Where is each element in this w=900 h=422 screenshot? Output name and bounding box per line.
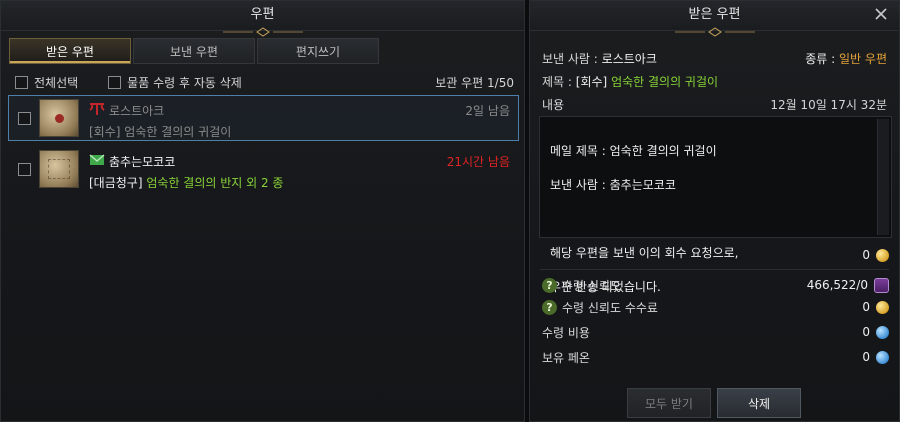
divider xyxy=(540,269,889,270)
mail-item[interactable]: 춤추는모코코 [대금청구] 엄숙한 결의의 반지 외 2 종 21시간 남음 xyxy=(8,146,519,192)
receive-cost-value: 0 xyxy=(862,325,870,339)
content-line: 메일 제목 : 엄숙한 결의의 귀걸이 xyxy=(550,144,717,158)
tab-received[interactable]: 받은 우편 xyxy=(9,38,131,64)
title-ornament-icon xyxy=(674,27,755,37)
envelope-icon xyxy=(89,154,105,165)
close-button[interactable] xyxy=(873,7,889,23)
blue-coin-icon xyxy=(876,350,889,364)
auto-delete-label: 물품 수령 후 자동 삭제 xyxy=(127,75,242,90)
select-all-option: 전체선택 xyxy=(15,74,78,91)
sender-label: 보낸 사람 : xyxy=(542,52,598,66)
trust-fee-value: 0 xyxy=(862,300,870,314)
storage-count: 보관 우편 1/50 xyxy=(435,75,514,90)
lost-ark-logo-icon xyxy=(89,103,105,115)
trust-value: 466,522/0 xyxy=(806,278,868,292)
mail-content-box: 메일 제목 : 엄숙한 결의의 귀걸이 보낸 사람 : 춤추는모코코 해당 우편… xyxy=(539,116,892,294)
title-ornament-icon xyxy=(222,27,303,37)
help-icon[interactable]: ? xyxy=(542,299,557,315)
mailbox-panel: 우편 받은 우편 보낸 우편 편지쓰기 전체선택 물품 수령 후 자동 삭제 보… xyxy=(0,0,525,422)
close-icon xyxy=(875,8,887,20)
attached-gold-value: 0 xyxy=(862,248,870,262)
sealed-letter-icon xyxy=(39,99,79,137)
help-icon[interactable]: ? xyxy=(542,277,557,293)
content-header: 내용 12월 10일 17시 32분 xyxy=(542,96,887,113)
delete-button[interactable]: 삭제 xyxy=(717,388,801,418)
tab-sent[interactable]: 보낸 우편 xyxy=(133,38,255,64)
receive-all-button[interactable]: 모두 받기 xyxy=(627,388,711,418)
mail-subject-text: 엄숙한 결의의 반지 외 2 종 xyxy=(146,176,284,190)
mail-sender: 로스트아크 xyxy=(109,104,165,118)
trust-fee-label: 수령 신뢰도 수수료 xyxy=(562,300,658,315)
invoice-letter-icon xyxy=(39,150,79,188)
mail-checkbox[interactable] xyxy=(18,163,31,176)
kind-row: 종류 : 일반 우편 xyxy=(805,50,887,67)
owned-pheon-row: 보유 페온 0 xyxy=(542,348,889,366)
auto-delete-checkbox[interactable] xyxy=(108,75,122,89)
select-all-checkbox[interactable] xyxy=(15,75,28,89)
subject-value: 엄숙한 결의의 귀걸이 xyxy=(611,75,719,89)
content-scrollbar[interactable] xyxy=(877,119,889,235)
mail-date: 12월 10일 17시 32분 xyxy=(770,98,887,112)
mail-subject-prefix: [회수] xyxy=(89,125,121,139)
subject-label: 제목 : xyxy=(542,75,572,89)
trust-icon xyxy=(874,277,889,293)
mail-checkbox[interactable] xyxy=(18,112,31,125)
owned-pheon-label: 보유 페온 xyxy=(542,350,590,365)
mail-subject-prefix: [대금청구] xyxy=(89,176,143,190)
trust-row: ? 수령 신뢰도 466,522/0 xyxy=(542,276,889,294)
gold-coin-icon xyxy=(876,300,889,314)
mail-sender: 춤추는모코코 xyxy=(109,155,176,169)
content-label: 내용 xyxy=(542,98,565,112)
trust-label: 수령 신뢰도 xyxy=(562,278,622,293)
select-all-label: 전체선택 xyxy=(34,75,79,90)
mail-time-left: 2일 남음 xyxy=(465,104,510,118)
trust-fee-row: ? 수령 신뢰도 수수료 0 xyxy=(542,298,889,316)
kind-label: 종류 : xyxy=(805,52,836,66)
sender-value: 로스트아크 xyxy=(601,52,657,66)
receive-cost-row: 수령 비용 0 xyxy=(542,323,889,341)
mail-item[interactable]: 로스트아크 [회수] 엄숙한 결의의 귀걸이 2일 남음 xyxy=(8,95,519,141)
mail-subject-text: 엄숙한 결의의 귀걸이 xyxy=(124,125,232,139)
subject-prefix: [회수] xyxy=(575,75,608,89)
mail-time-left: 21시간 남음 xyxy=(446,155,510,169)
mail-tabs: 받은 우편 보낸 우편 편지쓰기 xyxy=(9,38,379,64)
attached-gold-row: 0 xyxy=(542,246,889,264)
content-line xyxy=(550,211,881,228)
kind-value: 일반 우편 xyxy=(839,52,887,66)
gold-coin-icon xyxy=(876,248,889,262)
mail-subject: [회수] 엄숙한 결의의 귀걸이 xyxy=(89,123,231,140)
mail-subject: [대금청구] 엄숙한 결의의 반지 외 2 종 xyxy=(89,174,283,191)
mail-list: 로스트아크 [회수] 엄숙한 결의의 귀걸이 2일 남음 춤추는모코코 [대금청… xyxy=(8,95,519,197)
auto-delete-option: 물품 수령 후 자동 삭제 xyxy=(108,74,242,91)
tab-compose[interactable]: 편지쓰기 xyxy=(257,38,379,64)
owned-pheon-value: 0 xyxy=(862,350,870,364)
subject-row: 제목 : [회수] 엄숙한 결의의 귀걸이 xyxy=(542,73,887,90)
content-line: 보낸 사람 : 춤추는모코코 xyxy=(550,178,676,192)
mail-detail-panel: 받은 우편 보낸 사람 : 로스트아크 종류 : 일반 우편 제목 : [회수]… xyxy=(529,0,900,422)
mail-options: 전체선택 물품 수령 후 자동 삭제 보관 우편 1/50 xyxy=(15,73,514,91)
receive-cost-label: 수령 비용 xyxy=(542,325,590,340)
blue-coin-icon xyxy=(876,325,889,339)
